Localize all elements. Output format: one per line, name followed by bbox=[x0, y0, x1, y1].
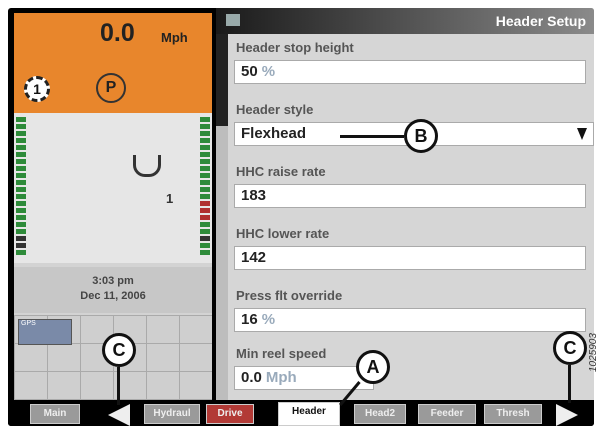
tab-thresh[interactable]: Thresh bbox=[484, 404, 542, 424]
tab-main[interactable]: Main bbox=[30, 404, 80, 424]
callout-c-left-leader bbox=[117, 367, 120, 405]
scrollbar-thumb[interactable] bbox=[216, 34, 228, 126]
header-number: 1 bbox=[166, 191, 174, 206]
hhc-raise-rate-field[interactable]: 183 bbox=[234, 184, 586, 208]
speed-unit: Mph bbox=[161, 30, 188, 45]
hhc-lower-rate-value: 142 bbox=[241, 249, 267, 266]
tab-bar: Main Hydraul Drive Header Head2 Feeder T… bbox=[8, 400, 594, 426]
terminal-screen: 0.0 Mph 1 P 1 3:03 pm Dec 11, 2006 GPS H… bbox=[8, 8, 594, 426]
callout-c-left: C bbox=[102, 333, 136, 367]
press-flt-override-label: Press flt override bbox=[236, 288, 343, 303]
press-flt-override-value: 16 bbox=[241, 311, 258, 328]
min-reel-speed-label: Min reel speed bbox=[236, 346, 327, 361]
tab-drive[interactable]: Drive bbox=[206, 404, 254, 424]
title-bar: Header Setup bbox=[216, 8, 594, 34]
press-flt-override-field[interactable]: 16% bbox=[234, 308, 586, 332]
machine-diagram: 1 bbox=[14, 113, 212, 263]
header-style-label: Header style bbox=[236, 102, 314, 117]
tab-head2[interactable]: Head2 bbox=[354, 404, 406, 424]
tab-hydraul[interactable]: Hydraul bbox=[144, 404, 200, 424]
header-stop-height-label: Header stop height bbox=[236, 40, 354, 55]
gear-row: 1 P bbox=[14, 63, 212, 113]
callout-c-right-leader bbox=[568, 365, 571, 403]
callout-b-leader bbox=[340, 135, 404, 138]
callout-c-right: C bbox=[553, 331, 587, 365]
header-icon bbox=[133, 155, 161, 177]
gps-icon[interactable]: GPS bbox=[18, 319, 72, 345]
header-style-value: Flexhead bbox=[241, 125, 307, 142]
press-flt-override-unit: % bbox=[261, 311, 276, 328]
date-text: Dec 11, 2006 bbox=[80, 290, 146, 302]
min-reel-speed-value: 0.0 bbox=[241, 369, 262, 386]
header-stop-height-value: 50 bbox=[241, 63, 258, 80]
tab-left-arrow-icon[interactable] bbox=[108, 404, 130, 426]
tab-feeder[interactable]: Feeder bbox=[418, 404, 476, 424]
right-level-gauge bbox=[200, 117, 210, 257]
panel-icon bbox=[226, 14, 240, 26]
hhc-raise-rate-label: HHC raise rate bbox=[236, 164, 326, 179]
dropdown-arrow-icon[interactable] bbox=[577, 128, 587, 140]
callout-b: B bbox=[404, 119, 438, 153]
hhc-raise-rate-value: 183 bbox=[241, 187, 267, 204]
hhc-lower-rate-label: HHC lower rate bbox=[236, 226, 330, 241]
header-stop-height-field[interactable]: 50% bbox=[234, 60, 586, 84]
header-setup-panel: Header Setup Header stop height 50% Head… bbox=[216, 8, 594, 400]
figure-id: 1025903 bbox=[588, 333, 599, 372]
clock-display: 3:03 pm Dec 11, 2006 bbox=[14, 267, 212, 313]
hhc-lower-rate-field[interactable]: 142 bbox=[234, 246, 586, 270]
min-reel-speed-unit: Mph bbox=[265, 369, 297, 386]
header-stop-height-unit: % bbox=[261, 63, 276, 80]
park-brake-icon: P bbox=[96, 73, 126, 103]
gear-icon: 1 bbox=[24, 76, 50, 102]
speed-value: 0.0 bbox=[100, 19, 135, 47]
tab-header[interactable]: Header bbox=[278, 402, 340, 426]
scrollbar[interactable] bbox=[216, 34, 228, 400]
tab-right-arrow-icon[interactable] bbox=[556, 404, 578, 426]
panel-title: Header Setup bbox=[495, 13, 586, 29]
callout-a: A bbox=[356, 350, 390, 384]
time-text: 3:03 pm bbox=[92, 275, 134, 287]
speed-display: 0.0 Mph bbox=[14, 13, 212, 63]
left-level-gauge bbox=[16, 117, 26, 257]
